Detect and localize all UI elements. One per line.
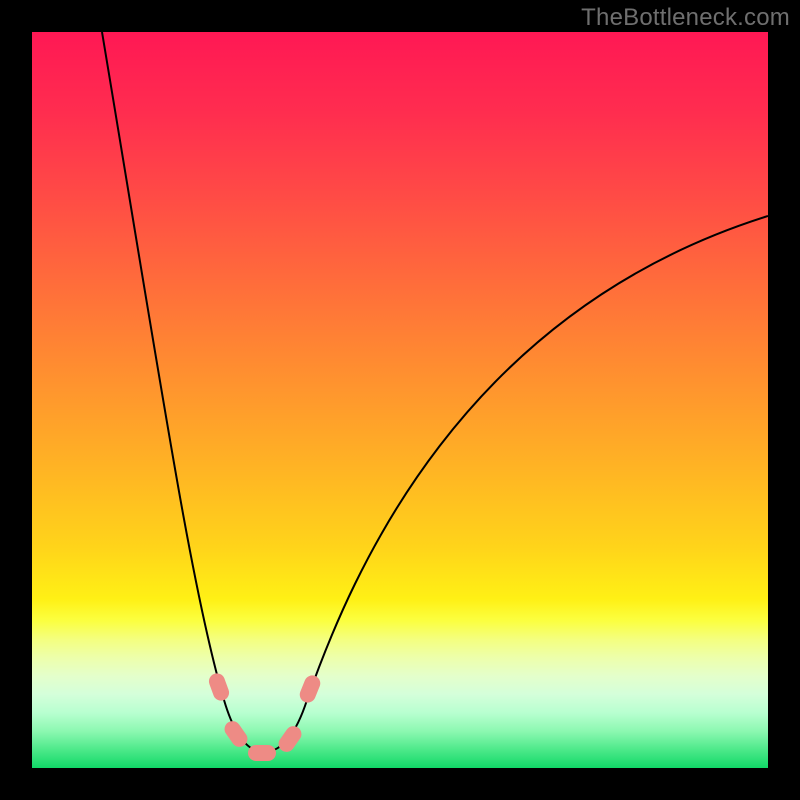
marker-point [207,671,232,703]
marker-point [297,673,322,705]
curve-layer [32,32,768,768]
optimal-range-markers [207,671,323,761]
chart-frame: TheBottleneck.com [0,0,800,800]
marker-point [248,745,276,761]
watermark-text: TheBottleneck.com [581,4,790,32]
bottleneck-curve [102,32,768,752]
marker-point [275,723,304,755]
plot-area [32,32,768,768]
